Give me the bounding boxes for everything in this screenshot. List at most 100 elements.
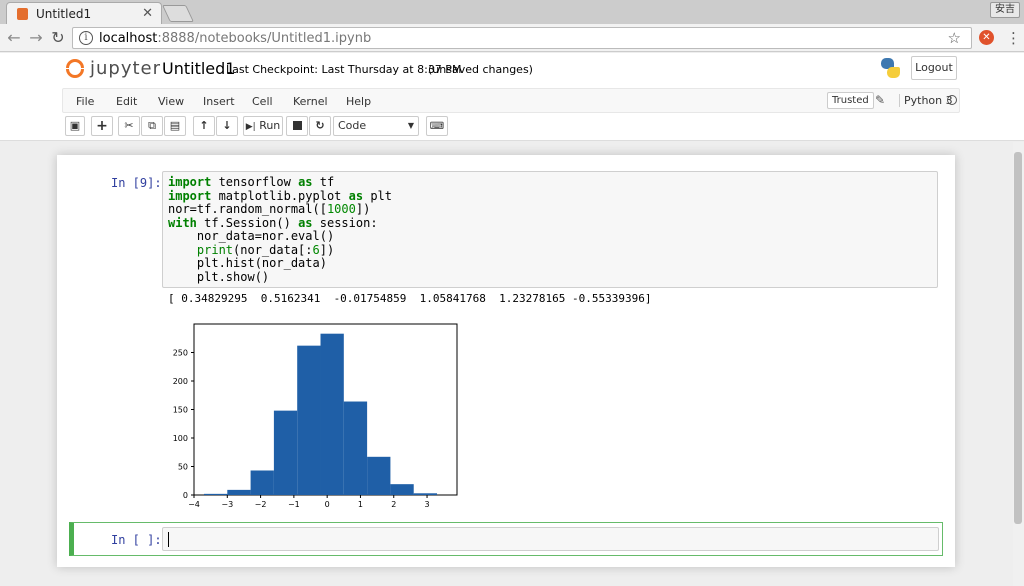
close-icon[interactable]: ✕ bbox=[142, 6, 153, 21]
histogram-bar bbox=[297, 345, 321, 495]
browser-menu-icon[interactable]: ⋮ bbox=[1006, 29, 1021, 47]
y-tick-label: 200 bbox=[173, 377, 188, 386]
kernel-name: Python 3 bbox=[899, 94, 953, 107]
arrow-up-icon: ↑ bbox=[199, 119, 209, 132]
menu-help[interactable]: Help bbox=[346, 95, 371, 108]
paste-icon: ▤ bbox=[169, 119, 181, 132]
cell-prompt-empty: In [ ]: bbox=[111, 533, 162, 547]
forward-arrow-icon[interactable]: → bbox=[26, 28, 46, 47]
address-bar-row: ← → ↻ i localhost:8888/notebooks/Untitle… bbox=[0, 24, 1024, 52]
save-button[interactable]: ▣ bbox=[65, 116, 85, 136]
tab-title: Untitled1 bbox=[36, 6, 92, 21]
bookmark-star-icon[interactable]: ☆ bbox=[948, 29, 961, 47]
scissors-icon: ✂ bbox=[124, 119, 134, 132]
histogram-bar bbox=[320, 333, 344, 495]
checkpoint-status: Last Checkpoint: Last Thursday at 8:37 P… bbox=[226, 63, 462, 76]
cell-prompt: In [9]: bbox=[111, 176, 162, 190]
x-axis-ticks: −4 −3 −2 −1 0 1 2 3 bbox=[188, 495, 430, 509]
interrupt-button[interactable] bbox=[286, 116, 308, 136]
code-cell-input[interactable]: import tensorflow as tf import matplotli… bbox=[162, 171, 938, 288]
restart-button[interactable]: ↻ bbox=[309, 116, 331, 136]
histogram-bar bbox=[250, 470, 274, 495]
y-tick-label: 150 bbox=[173, 406, 188, 415]
menubar: File Edit View Insert Cell Kernel Help T… bbox=[62, 88, 960, 113]
histogram-bar bbox=[227, 489, 251, 495]
copy-button[interactable]: ⧉ bbox=[141, 116, 163, 136]
menu-insert[interactable]: Insert bbox=[203, 95, 235, 108]
keyboard-icon: ⌨ bbox=[429, 121, 445, 132]
chevron-down-icon: ▼ bbox=[407, 121, 414, 130]
x-tick-label: 3 bbox=[424, 500, 429, 509]
x-tick-label: −4 bbox=[188, 500, 200, 509]
browser-tabbar: Untitled1 ✕ 安吉 bbox=[0, 0, 1024, 24]
menu-kernel[interactable]: Kernel bbox=[293, 95, 328, 108]
jupyter-favicon-icon bbox=[17, 7, 28, 20]
scrollbar[interactable] bbox=[1013, 142, 1024, 586]
trusted-indicator[interactable]: Trusted bbox=[827, 92, 874, 109]
cell-type-value: Code bbox=[338, 119, 367, 132]
menubar-container: File Edit View Insert Cell Kernel Help T… bbox=[0, 86, 1024, 113]
notebook-name[interactable]: Untitled1 bbox=[162, 59, 235, 78]
browser-tab[interactable]: Untitled1 ✕ bbox=[6, 2, 162, 24]
jupyter-logo[interactable]: jupyter bbox=[66, 57, 161, 79]
restart-icon: ↻ bbox=[315, 119, 325, 132]
toolbar: ▣ + ✂ ⧉ ▤ ↑ ↓ ▶| Run ↻ Code ▼ ⌨ bbox=[0, 113, 1024, 141]
new-tab-button[interactable] bbox=[162, 5, 194, 22]
url-path: :8888/notebooks/Untitled1.ipynb bbox=[157, 30, 372, 46]
save-icon: ▣ bbox=[69, 119, 81, 132]
y-tick-label: 250 bbox=[173, 349, 188, 358]
y-tick-label: 50 bbox=[178, 463, 188, 472]
histogram-chart: −4 −3 −2 −1 0 1 2 3 0 50 100 150 200 250 bbox=[173, 323, 458, 509]
command-palette-button[interactable]: ⌨ bbox=[426, 116, 448, 136]
copy-icon: ⧉ bbox=[148, 119, 156, 132]
y-axis-ticks: 0 50 100 150 200 250 bbox=[173, 349, 194, 500]
url-host: localhost bbox=[99, 30, 158, 46]
paste-button[interactable]: ▤ bbox=[164, 116, 186, 136]
x-tick-label: −3 bbox=[221, 500, 233, 509]
move-up-button[interactable]: ↑ bbox=[193, 116, 215, 136]
extension-icon[interactable]: ✕ bbox=[979, 30, 994, 45]
python-logo-icon bbox=[879, 57, 901, 79]
insert-cell-button[interactable]: + bbox=[91, 116, 113, 136]
back-arrow-icon[interactable]: ← bbox=[4, 28, 24, 47]
cell-type-select[interactable]: Code ▼ bbox=[333, 116, 419, 136]
plus-icon: + bbox=[96, 118, 108, 134]
stop-icon bbox=[292, 121, 302, 130]
step-forward-icon: ▶| bbox=[245, 122, 256, 132]
logout-button[interactable]: Logout bbox=[911, 56, 957, 80]
scrollbar-thumb[interactable] bbox=[1014, 152, 1022, 524]
jupyter-logo-text: jupyter bbox=[90, 57, 162, 79]
pencil-icon[interactable]: ✎ bbox=[875, 93, 885, 107]
x-tick-label: 1 bbox=[358, 500, 363, 509]
histogram-bar bbox=[413, 493, 438, 495]
cell-output-text: [ 0.34829295 0.5162341 -0.01754859 1.058… bbox=[168, 292, 652, 305]
x-tick-label: 0 bbox=[325, 500, 330, 509]
arrow-down-icon: ↓ bbox=[222, 119, 232, 132]
histogram-bar bbox=[390, 484, 414, 495]
x-tick-label: −1 bbox=[288, 500, 300, 509]
kernel-idle-icon bbox=[947, 95, 957, 105]
x-tick-label: −2 bbox=[255, 500, 267, 509]
profile-button[interactable]: 安吉 bbox=[990, 2, 1020, 18]
move-down-button[interactable]: ↓ bbox=[216, 116, 238, 136]
code-cell-input-empty[interactable] bbox=[162, 527, 939, 551]
jupyter-header: jupyter Untitled1 Last Checkpoint: Last … bbox=[0, 53, 1024, 86]
histogram-bar bbox=[203, 493, 228, 495]
histogram-bar bbox=[343, 401, 368, 495]
run-button[interactable]: ▶| Run bbox=[243, 116, 283, 136]
cut-button[interactable]: ✂ bbox=[118, 116, 140, 136]
url-input[interactable]: i localhost:8888/notebooks/Untitled1.ipy… bbox=[72, 27, 972, 49]
autosave-status: (unsaved changes) bbox=[428, 63, 533, 76]
text-cursor bbox=[168, 532, 169, 547]
info-icon[interactable]: i bbox=[79, 31, 93, 45]
y-tick-label: 100 bbox=[173, 434, 188, 443]
jupyter-logo-icon bbox=[66, 57, 84, 79]
menu-view[interactable]: View bbox=[158, 95, 184, 108]
run-label: Run bbox=[259, 119, 281, 132]
x-tick-label: 2 bbox=[391, 500, 396, 509]
menu-cell[interactable]: Cell bbox=[252, 95, 273, 108]
menu-file[interactable]: File bbox=[76, 95, 94, 108]
reload-icon[interactable]: ↻ bbox=[48, 28, 68, 47]
histogram-bar bbox=[367, 456, 391, 495]
menu-edit[interactable]: Edit bbox=[116, 95, 137, 108]
